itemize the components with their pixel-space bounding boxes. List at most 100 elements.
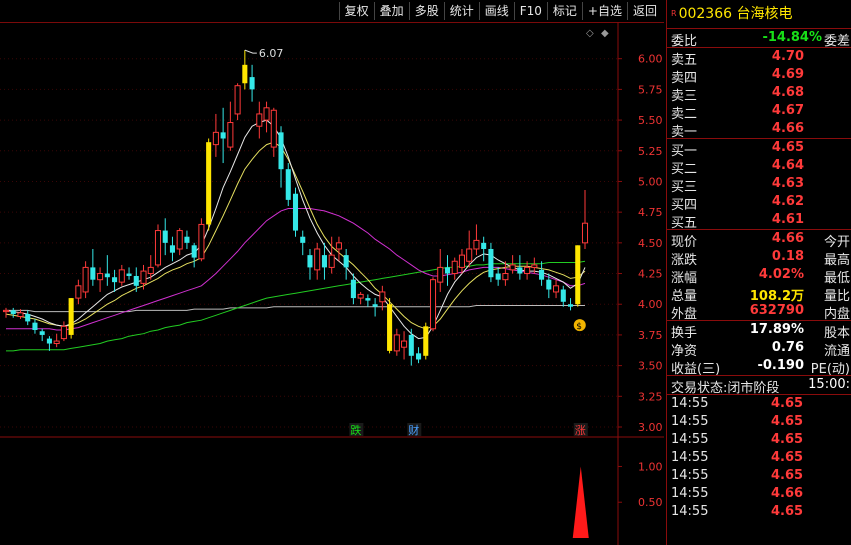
quote1-row-1-value: 0.18 [771,249,804,264]
candle-body [335,242,342,250]
event-marker-0[interactable]: 跌 [350,423,361,437]
toolbar-buttons: 复权 叠加 多股 统计 画线 F10 标记 +自选 返回 [338,2,662,20]
candle-body [321,255,327,268]
tick-time: 14:55 [671,468,709,483]
candle-body [408,334,414,356]
bid-book: 买一 4.65 买二 4.64 买三 4.63 买四 4.62 买五 4.61 [667,139,851,231]
quote1-row-3: 总量 108.2万 量比 [667,284,851,304]
candle-body [328,254,335,268]
volume-spike [572,466,589,538]
candle-body [184,236,190,243]
candle-body [53,340,60,345]
ask-row-0: 卖五 4.70 [667,48,851,68]
quote-panel: R 002366 台海核电 委比 -14.84% 委差 卖五 4.70 卖四 4.69 卖… [666,0,851,545]
toolbar-button-6[interactable]: 标记 [546,2,582,20]
candle-body [495,273,501,280]
candle-body [423,326,429,356]
candle-body [553,285,560,293]
tick-row: 14:55 4.65 [667,467,851,485]
kline-chart[interactable]: 6.00 5.75 5.50 5.25 5.00 4.75 4.50 4.25 4.00 3.75… [0,22,664,545]
toolbar-button-5[interactable]: F10 [513,2,547,20]
event-marker-2[interactable]: 涨 [575,424,586,437]
candle-body [249,77,255,90]
bid-row-2-value: 4.63 [771,176,804,191]
toolbar-button-8[interactable]: 返回 [626,2,662,20]
high-pointer [244,49,257,54]
tick-time: 14:55 [671,414,709,429]
candle-body [401,340,408,348]
expand-icon[interactable]: ◇ [586,28,594,39]
stock-name: 台海核电 [736,6,793,22]
toolbar-button-4[interactable]: 画线 [478,2,514,20]
bid-row-3-value: 4.62 [771,194,804,209]
candle-body [46,338,52,344]
tick-list[interactable]: 14:55 4.65 14:55 4.65 14:55 4.65 14:55 4.65 14:5… [667,395,851,521]
candle-body [575,245,581,305]
candle-body [104,273,110,278]
quote-block-1: 现价 4.66 今开 涨跌 0.18 最高 涨幅 4.02% 最低 总量 108.2万 量比 外盘 632… [667,230,851,322]
ask-row-4: 卖一 4.66 [667,120,851,140]
candle-body [227,122,234,148]
price-tick-label: 4.25 [638,268,663,281]
candle-body [451,260,458,275]
bid-row-4: 买五 4.61 [667,211,851,231]
price-tick-label: 3.25 [638,390,663,403]
tick-time: 14:55 [671,450,709,465]
bid-row-4-value: 4.61 [771,212,804,227]
price-tick-label: 4.75 [638,206,663,219]
quote1-row-4-right-label: 内盘 [823,307,850,322]
toolbar-button-2[interactable]: 多股 [408,2,444,20]
ask-row-4-label: 卖一 [671,125,698,140]
candle-body [234,85,241,115]
stock-code: 002366 [678,6,733,22]
weibi-value: -14.84% [762,30,822,45]
candle-body [242,64,248,84]
candle-body [162,230,168,243]
quote1-row-1: 涨跌 0.18 最高 [667,248,851,268]
candle-body [379,291,386,303]
price-tick-label: 3.50 [638,360,663,373]
quote1-row-4-value: 632790 [749,303,804,318]
candle-body [437,266,444,283]
tick-price: 4.66 [771,486,804,501]
tick-price: 4.65 [771,432,804,447]
candle-body [372,304,378,307]
quote2-row-2-value: -0.190 [757,358,804,373]
quote2-row-2-label: 收益(三) [671,362,721,377]
quote2-row-0-value: 17.89% [749,322,804,337]
toolbar-button-7[interactable]: +自选 [581,2,627,20]
candle-body [220,132,226,139]
ask-row-2-value: 4.68 [771,85,804,100]
candle-body [314,248,321,271]
tick-row: 14:55 4.65 [667,503,851,521]
toolbar-button-1[interactable]: 叠加 [373,2,409,20]
tick-time: 14:55 [671,504,709,519]
candle-body [502,273,509,281]
candle-body [357,293,364,299]
quote2-row-2: 收益(三) -0.190 PE(动) [667,357,851,377]
toolbar-button-0[interactable]: 复权 [338,2,374,20]
ask-row-3-value: 4.67 [771,103,804,118]
ask-book: 卖五 4.70 卖四 4.69 卖三 4.68 卖二 4.67 卖一 4.66 [667,48,851,140]
candle-body [481,242,487,249]
candle-body [416,353,422,360]
candle-body [488,248,494,278]
event-marker-1[interactable]: 财 [408,423,419,437]
tick-price: 4.65 [771,504,804,519]
settings-icon[interactable]: ◆ [601,28,609,39]
candle-body [60,325,67,340]
candle-body [524,266,531,275]
weicha-label: 委差 [823,34,850,49]
candle-body [206,142,212,225]
tick-row: 14:55 4.65 [667,431,851,449]
candle-body [581,222,589,244]
ask-row-0-value: 4.70 [771,49,804,64]
bid-row-4-label: 买五 [671,216,698,231]
candle-body [2,309,10,313]
candle-body [118,269,125,283]
candle-body [429,279,437,330]
candle-body [307,255,313,268]
toolbar-button-3[interactable]: 统计 [443,2,479,20]
tick-time: 14:55 [671,432,709,447]
candle-body [466,248,473,262]
